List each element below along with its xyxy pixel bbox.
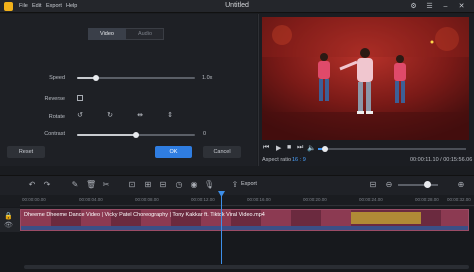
settings-icon[interactable]: ⚙ [408, 1, 419, 12]
contrast-label: Contrast [44, 131, 65, 137]
menu-icon[interactable]: ☰ [424, 1, 435, 12]
video-preview[interactable] [262, 17, 469, 140]
crop-icon[interactable]: ⊡ [127, 180, 137, 189]
next-frame-icon[interactable]: ⏭ [297, 144, 303, 152]
contrast-value: 0 [203, 131, 207, 137]
aspect-ratio-select[interactable]: 16 : 9 [292, 157, 306, 163]
ruler-tick: 00:00:28.00 [415, 197, 439, 202]
export-icon[interactable]: ⇪ [230, 180, 240, 189]
zoom-in-icon[interactable]: ⊕ [456, 180, 466, 189]
flip-vertical-icon[interactable]: ⇕ [165, 111, 175, 119]
ruler-tick: 00:00:32.00 [447, 197, 471, 202]
rotate-label: Rotate [48, 114, 65, 120]
aspect-ratio-label: Aspect ratio [262, 157, 292, 163]
speed-value: 1.0x [202, 75, 213, 81]
zoom-slider-knob[interactable] [424, 181, 431, 188]
ruler-tick: 00:00:24.00 [359, 197, 383, 202]
horizontal-scrollbar[interactable] [24, 265, 469, 269]
window-title: Untitled [225, 2, 249, 9]
freeze-icon[interactable]: ⊟ [158, 180, 168, 189]
prev-frame-icon[interactable]: ⏮ [263, 144, 269, 152]
seek-knob[interactable] [322, 146, 328, 152]
mosaic-icon[interactable]: ⊞ [143, 180, 153, 189]
seek-bar[interactable] [318, 148, 466, 150]
ruler-tick: 00:00:20.00 [303, 197, 327, 202]
edit-icon[interactable]: ✎ [70, 180, 80, 189]
minimize-icon[interactable]: – [440, 1, 451, 12]
ok-button[interactable]: OK [155, 146, 192, 158]
eye-icon[interactable]: 👁 [4, 221, 13, 229]
export-button[interactable]: Export [241, 181, 257, 187]
volume-icon[interactable]: 🔈 [307, 144, 316, 152]
lock-icon[interactable]: 🔒 [4, 212, 13, 220]
delete-icon[interactable]: 🗑 [86, 180, 96, 189]
cancel-button[interactable]: Cancel [203, 146, 241, 158]
speed-icon[interactable]: ◷ [174, 180, 184, 189]
record-icon[interactable]: ◉ [189, 180, 199, 189]
tab-video[interactable]: Video [88, 28, 126, 40]
clip-name: Dheeme Dheeme Dance Video | Vicky Patel … [24, 212, 265, 218]
reverse-label: Reverse [44, 96, 65, 102]
microphone-icon[interactable]: 🎙 [204, 180, 214, 189]
timecode: 00:00:11.10 / 00:15:56.06 [410, 157, 473, 163]
playhead[interactable] [221, 192, 222, 264]
contrast-slider-knob[interactable] [133, 132, 139, 138]
zoom-out-icon[interactable]: ⊖ [384, 180, 394, 189]
redo-icon[interactable]: ↷ [42, 180, 52, 189]
ruler-tick: 00:00:04.00 [79, 197, 103, 202]
speed-slider-knob[interactable] [93, 75, 99, 81]
undo-icon[interactable]: ↶ [27, 180, 37, 189]
contrast-slider-fill [77, 134, 136, 136]
rotate-right-icon[interactable]: ↻ [105, 111, 115, 119]
ruler-tick: 00:00:16.00 [247, 197, 271, 202]
flip-horizontal-icon[interactable]: ⇹ [135, 111, 145, 119]
zoom-fit-icon[interactable]: ⊟ [368, 180, 378, 189]
split-icon[interactable]: ✂ [101, 180, 111, 189]
stop-icon[interactable]: ■ [287, 144, 291, 151]
video-frame [262, 17, 469, 140]
ruler-tick: 00:00:08.00 [135, 197, 159, 202]
ruler-tick: 00:00:12.00 [191, 197, 215, 202]
zoom-slider[interactable] [398, 184, 438, 186]
play-icon[interactable]: ▶ [276, 144, 281, 152]
reset-button[interactable]: Reset [7, 146, 45, 158]
ruler-tick: 00:00:00.00 [22, 197, 46, 202]
rotate-left-icon[interactable]: ↺ [75, 111, 85, 119]
speed-label: Speed [49, 75, 65, 81]
close-icon[interactable]: ✕ [456, 1, 467, 12]
tab-audio[interactable]: Audio [126, 28, 164, 40]
track-header: 🔒 👁 [0, 208, 20, 232]
reverse-checkbox[interactable] [77, 95, 83, 101]
